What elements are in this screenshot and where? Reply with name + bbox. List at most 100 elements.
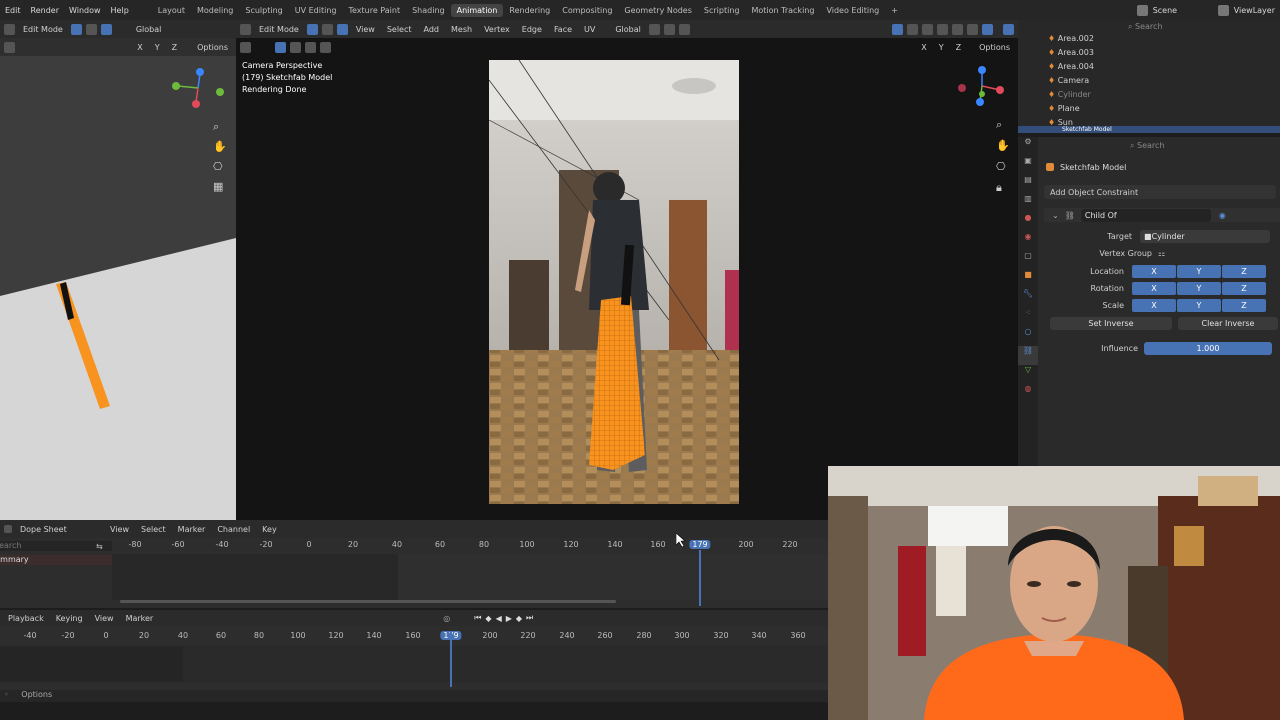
tab-layout[interactable]: Layout — [152, 4, 191, 17]
main-pan-hand-icon[interactable]: ✋ — [996, 139, 1010, 160]
dope-current-frame-badge[interactable]: 179 — [689, 540, 711, 549]
dope-menu-key[interactable]: Key — [258, 524, 281, 535]
main-tool-settings-icon[interactable] — [240, 41, 251, 53]
properties-search-input[interactable]: Search — [1137, 141, 1164, 150]
tab-video-editing[interactable]: Video Editing — [820, 4, 885, 17]
world-tab-icon[interactable]: ◉ — [1018, 232, 1038, 251]
tab-rendering[interactable]: Rendering — [503, 4, 556, 17]
select-extend-icon[interactable] — [290, 41, 301, 53]
rendered-shading-icon[interactable] — [982, 23, 993, 35]
record-icon[interactable]: ◎ — [443, 614, 450, 623]
set-inverse-button[interactable]: Set Inverse — [1050, 316, 1172, 330]
main-options-button[interactable]: Options — [975, 42, 1014, 53]
dope-summary-channel[interactable]: Summary — [0, 555, 112, 565]
dope-scrollbar[interactable] — [120, 600, 616, 603]
face-select-icon[interactable] — [100, 23, 112, 35]
location-z-toggle[interactable]: Z — [1222, 264, 1266, 278]
left-3d-viewport[interactable]: ⌕ ✋ ⎔ ▦ — [0, 56, 236, 520]
rotation-z-toggle[interactable]: Z — [1222, 281, 1266, 295]
constraints-tab-icon[interactable]: ⛓ — [1018, 346, 1038, 365]
menu-edit[interactable]: Edit — [0, 6, 26, 15]
main-axis-y[interactable]: Y — [935, 42, 948, 53]
jump-keyframe-forward-icon[interactable]: ◆ — [516, 614, 522, 623]
outliner-item-area003[interactable]: ♦ Area.003 — [1048, 46, 1094, 60]
left-mode-dropdown[interactable]: Edit Mode — [19, 24, 67, 35]
main-face-select-icon[interactable] — [336, 23, 348, 35]
timeline-menu-keying[interactable]: Keying — [52, 613, 87, 624]
scale-x-toggle[interactable]: X — [1132, 298, 1176, 312]
left-axis-y[interactable]: Y — [151, 42, 164, 53]
render-tab-icon[interactable]: ▣ — [1018, 156, 1038, 175]
outliner-item-cylinder[interactable]: ♦ Cylinder — [1048, 88, 1094, 102]
main-zoom-icon[interactable]: ⌕ — [996, 118, 1010, 139]
data-tab-icon[interactable]: ▽ — [1018, 365, 1038, 384]
dope-playhead[interactable] — [699, 550, 701, 606]
material-shading-icon[interactable] — [967, 23, 978, 35]
timeline-menu-view[interactable]: View — [91, 613, 118, 624]
menu-face[interactable]: Face — [550, 24, 576, 35]
tab-uv-editing[interactable]: UV Editing — [289, 4, 343, 17]
camera-view-icon[interactable]: ⎔ — [213, 160, 227, 180]
dope-sheet-editor-icon[interactable] — [4, 525, 12, 533]
main-transform-dropdown[interactable]: Global — [611, 24, 645, 35]
outliner-item-area004[interactable]: ♦ Area.004 — [1048, 60, 1094, 74]
dope-frame-ruler[interactable]: -80 -60 -40 -20 0 20 40 60 80 100 120 14… — [0, 540, 830, 552]
view-layer-selector[interactable]: ViewLayer — [1229, 6, 1280, 15]
add-workspace-button[interactable]: + — [885, 4, 904, 17]
main-camera-view-icon[interactable]: ⎔ — [996, 160, 1010, 181]
main-mode-dropdown[interactable]: Edit Mode — [255, 24, 303, 35]
tab-modeling[interactable]: Modeling — [191, 4, 239, 17]
dope-menu-channel[interactable]: Channel — [213, 524, 254, 535]
dope-channel-toggle-icon[interactable]: ⇆ — [96, 542, 103, 551]
pivot-icon[interactable] — [648, 23, 660, 35]
scale-z-toggle[interactable]: Z — [1222, 298, 1266, 312]
select-box-icon[interactable] — [275, 41, 286, 53]
editor-type-icon[interactable] — [4, 23, 15, 35]
menu-add[interactable]: Add — [420, 24, 444, 35]
overlay-toggle-icon[interactable] — [907, 23, 918, 35]
timeline-frame-ruler[interactable]: -40 -20 0 20 40 60 80 100 120 140 160 20… — [0, 631, 830, 643]
status-options-button[interactable]: Options — [21, 690, 52, 699]
menu-render[interactable]: Render — [26, 6, 64, 15]
left-options-button[interactable]: Options — [193, 42, 232, 53]
menu-window[interactable]: Window — [64, 6, 106, 15]
menu-mesh[interactable]: Mesh — [447, 24, 476, 35]
output-tab-icon[interactable]: ▤ — [1018, 175, 1038, 194]
object-tab-icon[interactable]: ■ — [1018, 270, 1038, 289]
lock-camera-icon[interactable]: 🔒︎ — [996, 181, 1010, 202]
outliner-search[interactable]: ⌕ Search — [1128, 22, 1278, 34]
snap-icon[interactable] — [663, 23, 675, 35]
modifier-tab-icon[interactable]: 🔧︎ — [1018, 289, 1038, 308]
main-editor-type-icon[interactable] — [240, 23, 251, 35]
target-field[interactable]: ■ Cylinder — [1140, 229, 1270, 243]
dope-sheet-mode-dropdown[interactable]: Dope Sheet — [16, 524, 102, 535]
xray-toggle-icon[interactable] — [922, 23, 933, 35]
vertex-group-icon[interactable]: ⚏ — [1158, 249, 1165, 258]
menu-vertex[interactable]: Vertex — [480, 24, 514, 35]
pan-hand-icon[interactable]: ✋ — [213, 140, 227, 160]
constraint-name-field[interactable]: Child Of — [1080, 208, 1211, 222]
dope-menu-marker[interactable]: Marker — [174, 524, 210, 535]
tab-motion-tracking[interactable]: Motion Tracking — [745, 4, 820, 17]
physics-tab-icon[interactable]: ○ — [1018, 327, 1038, 346]
solid-shading-icon[interactable] — [952, 23, 963, 35]
tab-shading[interactable]: Shading — [406, 4, 451, 17]
left-transform-dropdown[interactable]: Global — [132, 24, 166, 35]
select-subtract-icon[interactable] — [305, 41, 316, 53]
properties-search[interactable]: ⌕ Search — [1130, 141, 1276, 153]
scale-y-toggle[interactable]: Y — [1177, 298, 1221, 312]
rotation-x-toggle[interactable]: X — [1132, 281, 1176, 295]
tab-animation[interactable]: Animation — [450, 3, 504, 17]
add-object-constraint-button[interactable]: Add Object Constraint — [1044, 185, 1276, 199]
particles-tab-icon[interactable]: ⁖ — [1018, 308, 1038, 327]
left-axis-z[interactable]: Z — [168, 42, 181, 53]
view-layer-tab-icon[interactable]: ▥ — [1018, 194, 1038, 213]
select-invert-icon[interactable] — [320, 41, 331, 53]
outliner-search-input[interactable]: Search — [1135, 22, 1162, 31]
tab-scripting[interactable]: Scripting — [698, 4, 746, 17]
main-axis-z[interactable]: Z — [952, 42, 965, 53]
zoom-icon[interactable]: ⌕ — [213, 120, 227, 140]
menu-uv[interactable]: UV — [580, 24, 599, 35]
tool-tab-icon[interactable]: ⚙ — [1018, 137, 1038, 156]
scene-selector[interactable]: Scene — [1148, 6, 1218, 15]
